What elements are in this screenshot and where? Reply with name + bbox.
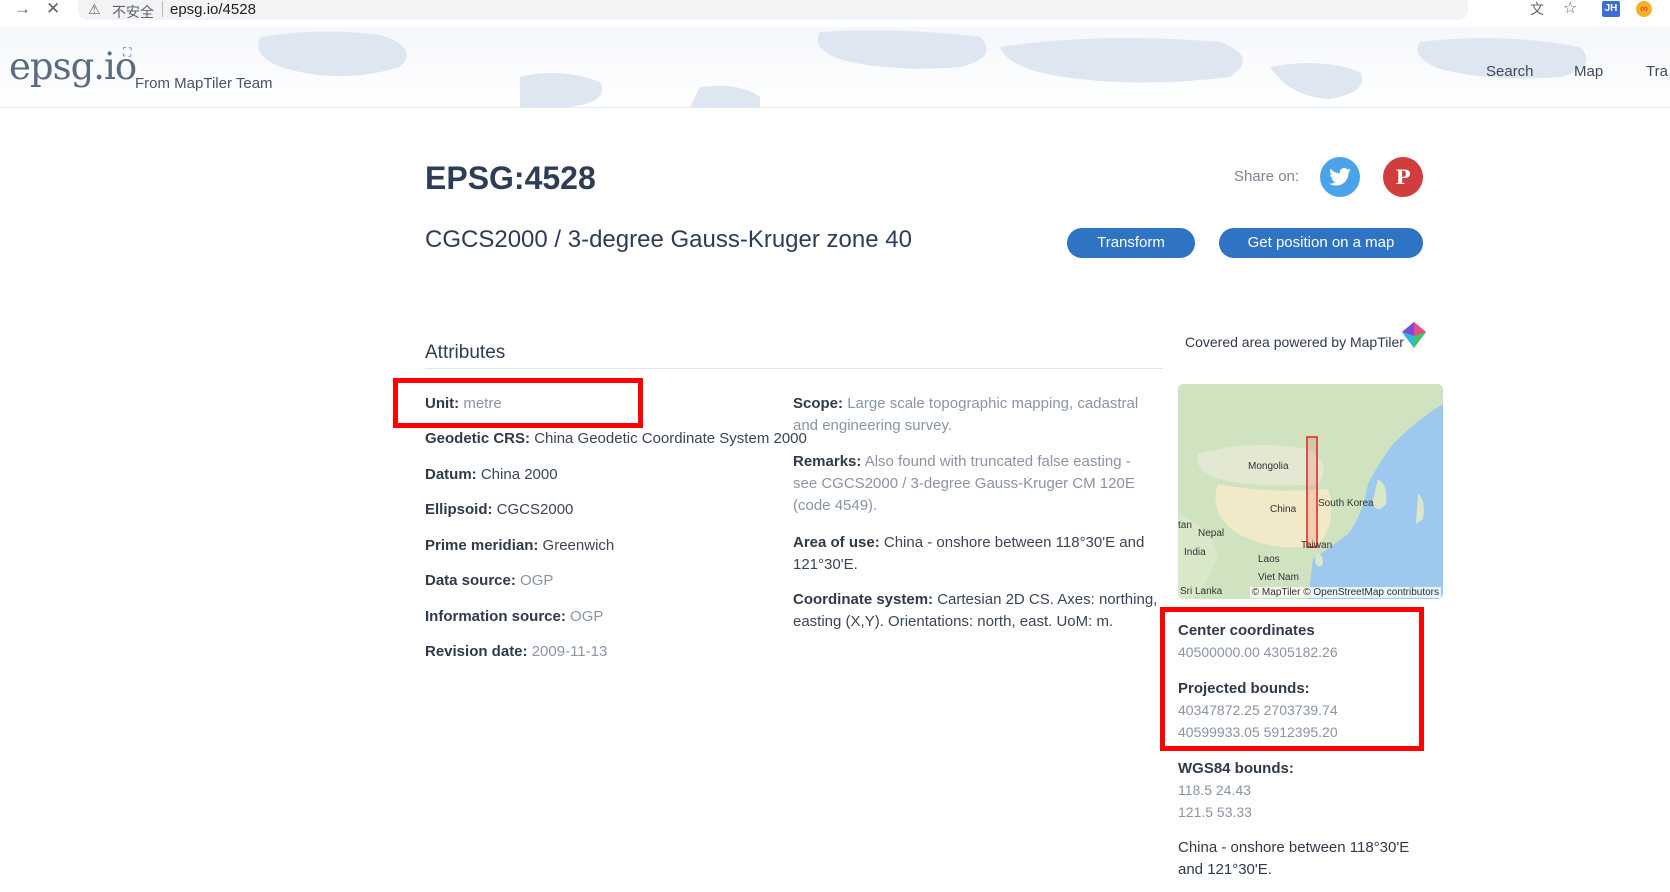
attr-value: 2009-11-13 [531, 643, 608, 660]
attr-key: Data source: [425, 572, 516, 589]
expand-icon: ⛶ [123, 45, 132, 59]
area-description: China - onshore between 118°30'E and 121… [1178, 839, 1410, 878]
attr-value: Large scale topographic mapping, cadastr… [793, 395, 1139, 434]
tagline[interactable]: From MapTiler Team [135, 75, 273, 92]
pinterest-share-button[interactable]: 𝐏 [1383, 157, 1423, 197]
address-bar[interactable]: ⚠ 不安全 epsg.io/4528 [78, 0, 1468, 20]
world-map-background [258, 30, 1587, 107]
attr-data-source: Data source: OGP [425, 570, 553, 592]
extension-infinity-icon[interactable]: ∞ [1636, 1, 1652, 17]
transform-button[interactable]: Transform [1067, 228, 1195, 258]
warning-icon: ⚠ [88, 1, 101, 17]
attr-scope: Scope: Large scale topographic mapping, … [793, 393, 1158, 437]
attr-key: Datum: [425, 466, 477, 483]
get-position-button[interactable]: Get position on a map [1219, 228, 1423, 258]
map-label-tan: tan [1178, 520, 1192, 531]
attr-key: Prime meridian: [425, 537, 539, 554]
forward-icon[interactable]: → [14, 0, 31, 18]
maptiler-logo-icon[interactable] [1402, 322, 1426, 348]
attr-key: Remarks: [793, 453, 862, 470]
attr-coordinate-system: Coordinate system: Cartesian 2D CS. Axes… [793, 589, 1158, 633]
attr-prime-meridian: Prime meridian: Greenwich [425, 535, 614, 557]
map-attribution[interactable]: © MapTiler © OpenStreetMap contributors [1249, 587, 1441, 598]
pinterest-icon: 𝐏 [1395, 165, 1411, 189]
map-land [1178, 384, 1443, 599]
map-label-mongolia: Mongolia [1248, 461, 1289, 472]
attr-key: Coordinate system: [793, 591, 934, 608]
coordinates-highlight-box [1160, 607, 1424, 751]
translate-icon[interactable]: 文 [1530, 1, 1544, 17]
attr-key: Geodetic CRS: [425, 430, 531, 447]
covered-area-label: Covered area powered by MapTiler [1185, 334, 1404, 350]
attr-remarks: Remarks: Also found with truncated false… [793, 451, 1158, 517]
attr-information-source: Information source: OGP [425, 606, 603, 628]
bookmark-star-icon[interactable]: ☆ [1563, 1, 1577, 17]
map-label-laos: Laos [1258, 554, 1280, 565]
attr-value[interactable]: OGP [570, 608, 603, 625]
page-subtitle: CGCS2000 / 3-degree Gauss-Kruger zone 40 [425, 226, 912, 253]
nav-transform[interactable]: Tra [1646, 63, 1668, 80]
attr-key: Area of use: [793, 534, 880, 551]
attr-value[interactable]: China 2000 [481, 466, 558, 483]
attributes-heading: Attributes [425, 342, 506, 363]
browser-toolbar: → ✕ ⚠ 不安全 epsg.io/4528 文 ☆ JH ∞ [0, 0, 1670, 20]
coverage-map[interactable]: Mongolia China South Korea Nepal India L… [1178, 384, 1443, 599]
site-header: epsg.io ⛶ From MapTiler Team Search Map … [0, 27, 1670, 108]
address-separator [162, 1, 163, 17]
epsg-logo[interactable]: epsg.io [9, 45, 137, 88]
attr-datum: Datum: China 2000 [425, 464, 558, 486]
twitter-share-button[interactable] [1320, 157, 1360, 197]
attr-ellipsoid: Ellipsoid: CGCS2000 [425, 499, 573, 521]
url-text[interactable]: epsg.io/4528 [170, 1, 256, 18]
nav-search[interactable]: Search [1486, 63, 1534, 80]
map-label-viet-nam: Viet Nam [1258, 572, 1299, 583]
map-label-india: India [1184, 547, 1206, 558]
attr-revision-date: Revision date: 2009-11-13 [425, 641, 607, 663]
attr-value[interactable]: CGCS2000 [497, 501, 574, 518]
wgs84-bounds-min: 118.5 24.43 [1178, 782, 1251, 798]
map-label-taiwan: Taiwan [1301, 540, 1333, 551]
attr-area-of-use: Area of use: China - onshore between 118… [793, 532, 1158, 576]
attr-key: Ellipsoid: [425, 501, 493, 518]
attr-value[interactable]: China Geodetic Coordinate System 2000 [534, 430, 807, 447]
attributes-divider [425, 368, 1163, 369]
attr-key: Scope: [793, 395, 844, 412]
attr-value[interactable]: OGP [520, 572, 553, 589]
attr-key: Revision date: [425, 643, 528, 660]
map-label-china: China [1270, 504, 1297, 515]
map-label-south-korea: South Korea [1318, 498, 1374, 509]
wgs84-bounds-label: WGS84 bounds: [1178, 760, 1294, 777]
page-title: EPSG:4528 [425, 160, 596, 196]
attr-geodetic-crs: Geodetic CRS: China Geodetic Coordinate … [425, 428, 807, 450]
attr-key: Information source: [425, 608, 566, 625]
extension-jh-icon[interactable]: JH [1602, 1, 1620, 17]
unit-highlight-box [393, 378, 643, 428]
nav-map[interactable]: Map [1574, 63, 1603, 80]
attr-value[interactable]: Greenwich [543, 537, 615, 554]
share-label: Share on: [1234, 168, 1300, 185]
twitter-icon [1329, 168, 1351, 186]
wgs84-bounds-max: 121.5 53.33 [1178, 804, 1252, 820]
stop-icon[interactable]: ✕ [46, 0, 60, 18]
map-label-nepal: Nepal [1198, 528, 1225, 539]
map-label-sri-lanka: Sri Lanka [1180, 586, 1223, 597]
security-label: 不安全 [112, 4, 154, 20]
